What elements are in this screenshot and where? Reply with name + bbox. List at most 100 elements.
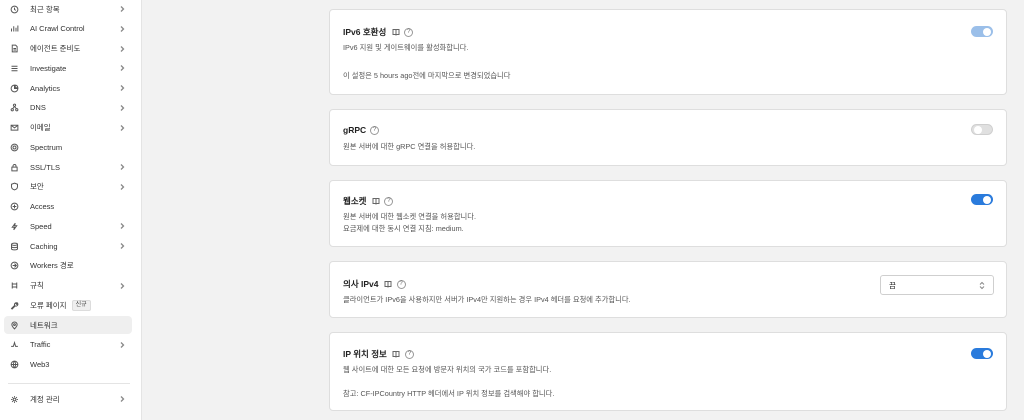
sidebar-item[interactable]: 오류 페이지 신규 [4,296,132,314]
setting-toggle[interactable] [971,348,993,359]
chevron-right-icon [118,222,126,230]
sidebar-item-label: 계정 관리 [30,394,60,404]
help-icon[interactable]: ? [396,279,406,289]
chevron-right-icon [118,25,126,33]
sidebar-item-label: Spectrum [30,142,63,152]
setting-title-text: 웹소켓 [343,196,367,206]
chevron-right-icon [118,84,126,92]
target-icon [8,141,20,153]
setting-title-text: IP 위치 정보 [343,349,387,359]
pie-chart-icon [8,82,20,94]
select-caret-icon [979,281,985,290]
help-icon[interactable]: ? [404,349,414,359]
help-icon[interactable]: ? [404,27,414,37]
sidebar-item[interactable]: 네트워크 [4,316,132,334]
setting-title: IPv6 호환성? [343,26,414,38]
sidebar-item-label: Speed [30,221,52,231]
select-value: 끔 [889,280,896,290]
setting-description: 요금제에 대한 동시 연결 지침: medium. [343,224,464,233]
chevron-right-icon [118,183,126,191]
setting-title: gRPC? [343,125,380,135]
sidebar-item-label: Caching [30,241,58,251]
lock-icon [8,161,20,173]
setting-toggle[interactable] [971,194,993,205]
setting-description: 이 설정은 5 hours ago전에 마지막으로 변경되었습니다 [343,71,511,80]
chevron-right-icon [118,163,126,171]
sidebar-item-label: 오류 페이지 [30,300,67,310]
clock-icon [8,3,20,15]
access-icon [8,201,20,213]
chevron-right-icon [118,341,126,349]
sidebar-item[interactable]: Caching [4,237,132,255]
chevron-right-icon [118,282,126,290]
setting-card: gRPC? 원본 서버에 대한 gRPC 연결을 허용합니다. [329,109,1007,166]
setting-card: IPv6 호환성? IPv6 지원 및 게이트웨이를 활성화합니다. 이 설정은 5… [329,9,1007,95]
sidebar-item-label: Traffic [30,340,51,350]
sidebar-item-label: DNS [30,103,46,113]
wrench-icon [8,299,20,311]
setting-title-text: gRPC [343,125,367,135]
sidebar: 최근 항목 AI Crawl Control 에이전트 준비도 Investigate… [0,0,142,420]
sidebar-item[interactable]: Access [4,198,132,216]
help-icon[interactable]: ? [370,125,380,135]
sidebar-item[interactable]: Traffic [4,336,132,354]
setting-select[interactable]: 끔 [880,275,994,295]
sidebar-item-account-management[interactable]: 계정 관리 [4,390,132,408]
bar-chart-icon [8,23,20,35]
list-icon [8,62,20,74]
book-icon[interactable] [371,197,380,206]
sidebar-divider [8,383,130,384]
setting-description: IPv6 지원 및 게이트웨이를 활성화합니다. [343,43,469,52]
sidebar-item[interactable]: 에이전트 준비도 [4,40,132,58]
document-icon [8,43,20,55]
bolt-icon [8,220,20,232]
toggle-knob [983,349,991,358]
sidebar-item[interactable]: Analytics [4,79,132,97]
book-icon[interactable] [392,350,401,359]
setting-description: 클라이언트가 IPv6을 사용하지만 서버가 IPv4만 지원하는 경우 IPv… [343,295,631,304]
shield-icon [8,181,20,193]
book-icon[interactable] [384,280,393,289]
sidebar-item-label: 최근 항목 [30,4,60,14]
new-badge: 신규 [71,299,91,311]
sidebar-item-label: Workers 경로 [30,261,74,271]
setting-description: 참고: CF-IPCountry HTTP 헤더에서 IP 위치 정보를 검색해… [343,389,555,398]
sidebar-item[interactable]: Spectrum [4,138,132,156]
sidebar-item[interactable]: Workers 경로 [4,257,132,275]
sidebar-item-label: AI Crawl Control [30,24,85,34]
chevron-right-icon [118,395,126,403]
sidebar-item[interactable]: SSL/TLS [4,158,132,176]
sidebar-item-label: 네트워크 [30,320,58,330]
workers-icon [8,260,20,272]
setting-toggle[interactable] [971,124,993,135]
sidebar-item[interactable]: 보안 [4,178,132,196]
setting-title: 웹소켓? [343,195,394,207]
setting-description: 원본 서버에 대한 웹소켓 연결을 허용합니다. [343,212,476,221]
chevron-right-icon [118,104,126,112]
sidebar-item[interactable]: Investigate [4,59,132,77]
sidebar-item[interactable]: Web3 [4,356,132,374]
chevron-right-icon [118,242,126,250]
globe-icon [8,359,20,371]
chevron-right-icon [118,45,126,53]
sidebar-item[interactable]: 이메일 [4,119,132,137]
sidebar-item[interactable]: 최근 항목 [4,0,132,18]
sidebar-item[interactable]: Speed [4,217,132,235]
toggle-knob [983,27,991,36]
gear-icon [8,393,20,405]
setting-card: IP 위치 정보? 웹 사이트에 대한 모든 요청에 방문자 위치의 국가 코드를… [329,332,1007,411]
mail-icon [8,122,20,134]
network-icon [8,102,20,114]
sidebar-item-label: 에이전트 준비도 [30,44,81,53]
chevron-right-icon [118,64,126,72]
book-icon[interactable] [391,28,400,37]
toggle-knob [973,125,982,134]
rules-icon [8,280,20,292]
sidebar-item-label: Investigate [30,63,67,73]
sidebar-item[interactable]: 규칙 [4,277,132,295]
help-icon[interactable]: ? [384,196,394,206]
sidebar-item[interactable]: AI Crawl Control [4,20,132,38]
sidebar-item[interactable]: DNS [4,99,132,117]
setting-toggle[interactable] [971,26,993,37]
setting-title-text: 의사 IPv4 [343,279,379,289]
